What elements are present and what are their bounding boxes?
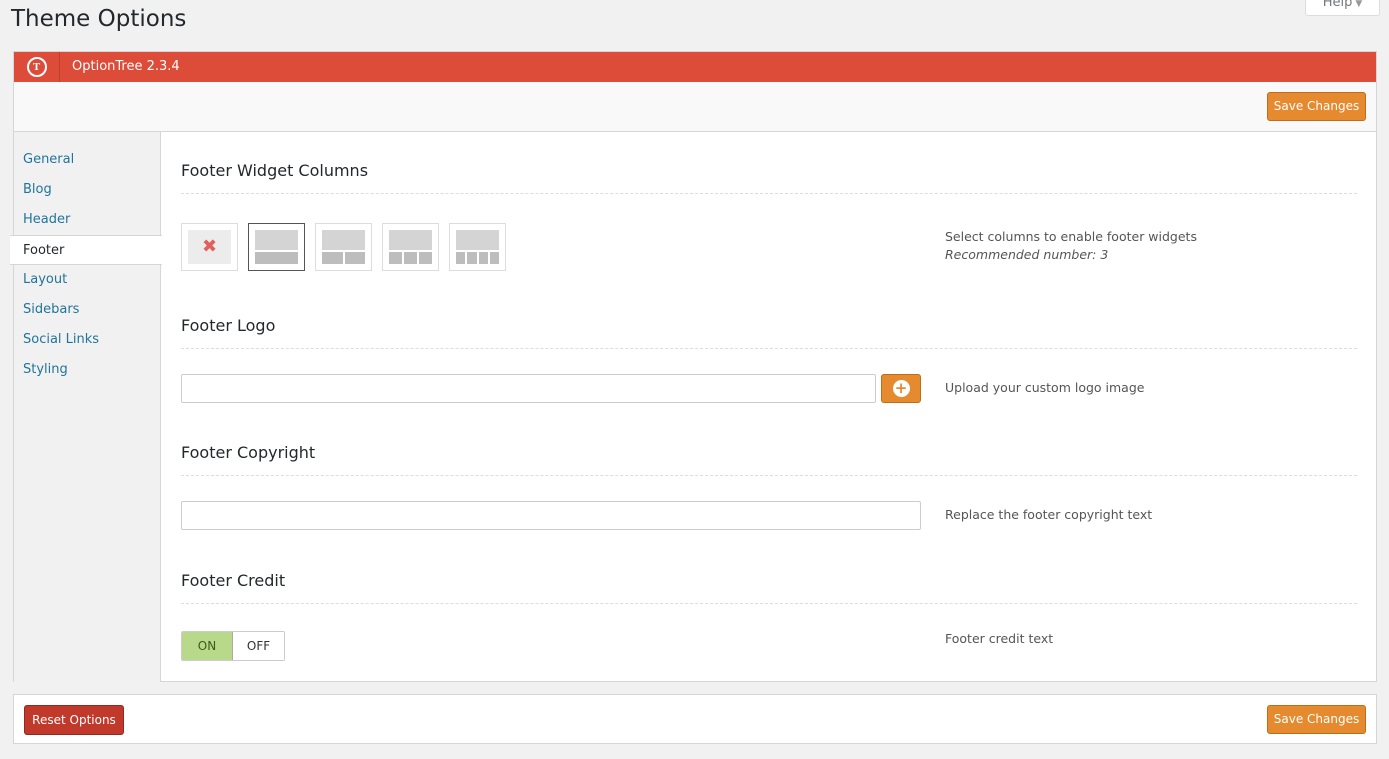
footer-credit-description: Footer credit text — [945, 631, 1054, 646]
sidebar: General Blog Header Footer Layout Sideba… — [10, 132, 162, 682]
reset-options-button[interactable]: Reset Options — [24, 705, 124, 735]
optiontree-logo: T — [14, 52, 60, 82]
help-label: Help — [1322, 0, 1353, 10]
section-title: Footer Logo — [181, 316, 1357, 349]
footer-copyright-description: Replace the footer copyright text — [945, 507, 1153, 522]
widget-columns-description: Select columns to enable footer widgets … — [945, 229, 1197, 262]
save-button-top[interactable]: Save Changes — [1267, 92, 1366, 121]
column-option-3[interactable] — [382, 223, 439, 271]
recommended-text: Recommended number: 3 — [945, 247, 1109, 262]
column-option-4[interactable] — [449, 223, 506, 271]
sidebar-item-layout[interactable]: Layout — [14, 265, 161, 295]
footer-credit-toggle: ON OFF — [181, 631, 285, 661]
footer-logo-input[interactable] — [181, 374, 876, 403]
upload-button[interactable]: + — [881, 374, 921, 403]
section-title: Footer Credit — [181, 571, 1357, 604]
options-panel: T OptionTree 2.3.4 Save Changes General … — [10, 51, 1377, 682]
column-options: ✖ — [181, 223, 506, 271]
content-area: Footer Widget Columns ✖ Select columns t… — [162, 132, 1376, 682]
top-actions-bar: Save Changes — [14, 82, 1376, 132]
logo-icon: T — [26, 57, 47, 77]
footer-copyright-input[interactable] — [181, 501, 921, 530]
section-footer-copyright: Footer Copyright Replace the footer copy… — [181, 443, 1357, 530]
section-title: Footer Copyright — [181, 443, 1357, 476]
help-tab[interactable]: Help ▼ — [1305, 0, 1380, 16]
section-title: Footer Widget Columns — [181, 161, 1357, 194]
sidebar-item-header[interactable]: Header — [14, 205, 161, 235]
sidebar-item-footer[interactable]: Footer — [10, 235, 162, 265]
toggle-off-button[interactable]: OFF — [233, 632, 284, 660]
sidebar-item-sidebars[interactable]: Sidebars — [14, 295, 161, 325]
section-footer-logo: Footer Logo + Upload your custom logo im… — [181, 316, 1357, 403]
save-button-bottom[interactable]: Save Changes — [1267, 705, 1366, 734]
sidebar-item-blog[interactable]: Blog — [14, 175, 161, 205]
sidebar-item-social-links[interactable]: Social Links — [14, 325, 161, 355]
sidebar-nav: General Blog Header Footer Layout Sideba… — [10, 145, 162, 385]
header-version: OptionTree 2.3.4 — [72, 59, 180, 74]
page-title: Theme Options — [11, 6, 187, 32]
section-footer-credit: Footer Credit ON OFF Footer credit text — [181, 571, 1357, 661]
column-option-1[interactable] — [248, 223, 305, 271]
toggle-on-button[interactable]: ON — [182, 632, 233, 660]
section-widget-columns: Footer Widget Columns ✖ Select columns t… — [181, 161, 1357, 271]
bottom-actions-bar: Reset Options Save Changes — [13, 694, 1377, 744]
header-bar: T OptionTree 2.3.4 — [14, 52, 1376, 82]
column-option-none[interactable]: ✖ — [181, 223, 238, 271]
chevron-down-icon: ▼ — [1355, 0, 1363, 9]
footer-logo-description: Upload your custom logo image — [945, 380, 1145, 395]
sidebar-item-general[interactable]: General — [14, 145, 161, 175]
sidebar-item-styling[interactable]: Styling — [14, 355, 161, 385]
plus-circle-icon: + — [892, 380, 910, 397]
x-icon: ✖ — [201, 236, 218, 257]
column-option-2[interactable] — [315, 223, 372, 271]
description-text: Select columns to enable footer widgets — [945, 229, 1197, 244]
